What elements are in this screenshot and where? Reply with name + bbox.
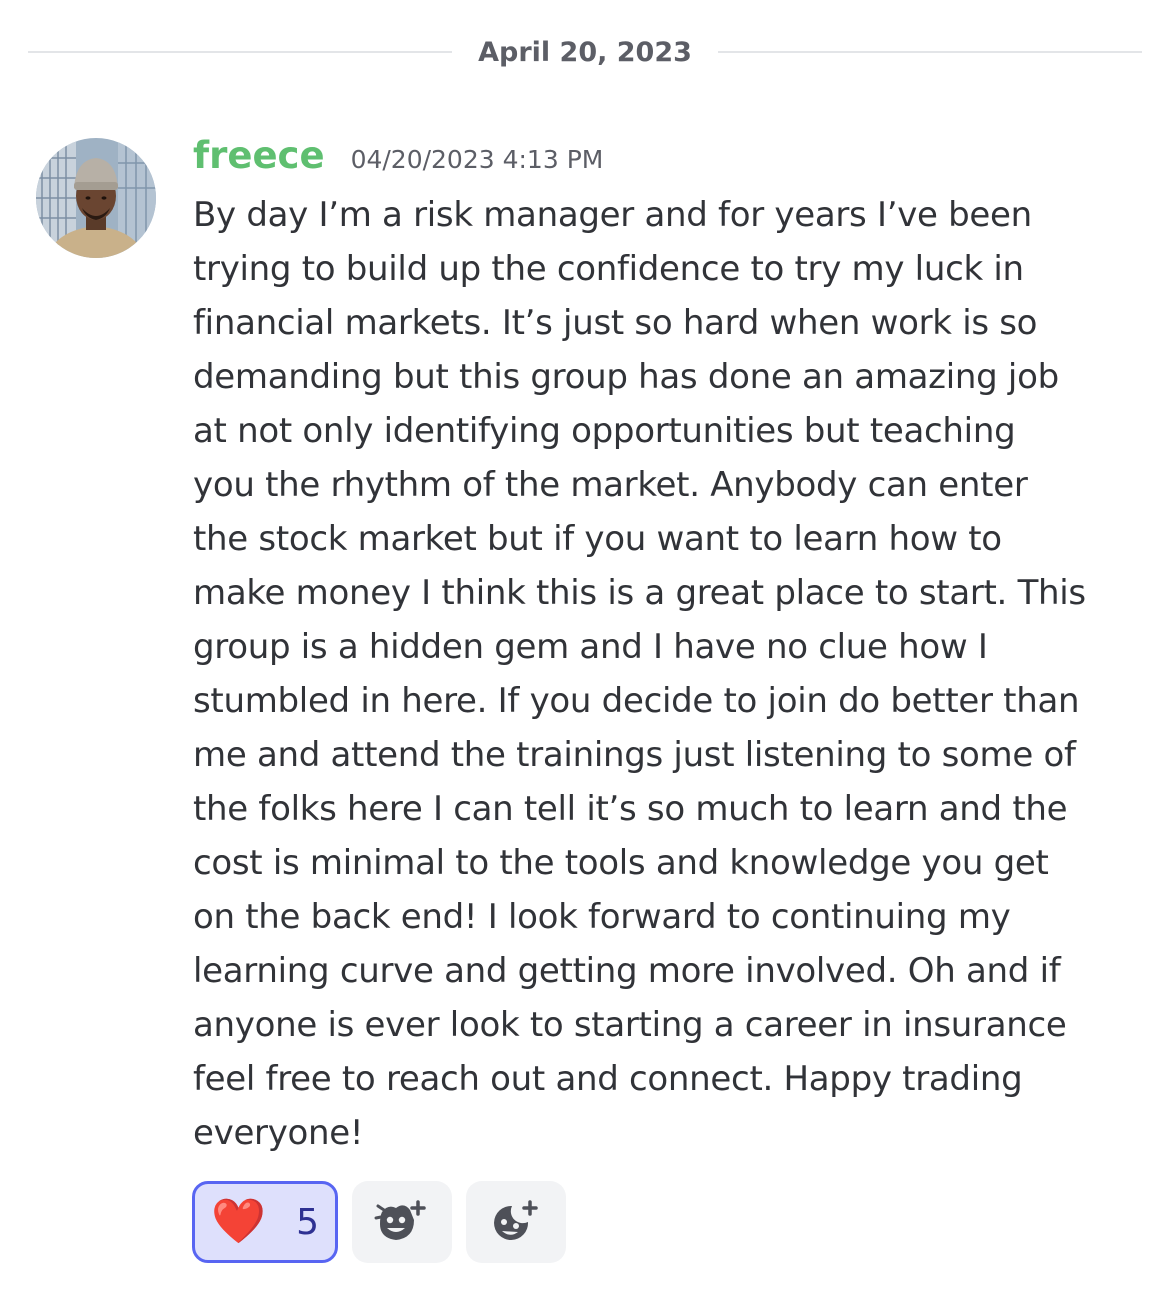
add-super-reaction-button[interactable] [352, 1181, 452, 1263]
message-line: you the rhythm of the market. Anybody ca… [193, 465, 1028, 505]
add-super-reaction-icon [374, 1200, 426, 1240]
message-timestamp: 04/20/2023 4:13 PM [350, 145, 604, 174]
username[interactable]: freece [193, 134, 325, 177]
message[interactable]: freece 04/20/2023 4:13 PM By day I’m a r… [193, 134, 1143, 1160]
heart-emoji-icon: ❤️ [211, 1196, 266, 1247]
reactions-bar: ❤️ 5 [192, 1181, 566, 1263]
message-line: demanding but this group has done an ama… [193, 357, 1059, 397]
reaction-count: 5 [296, 1201, 319, 1243]
date-divider: April 20, 2023 [28, 30, 1143, 74]
message-line: trying to build up the confidence to try… [193, 249, 1024, 289]
message-line: the folks here I can tell it’s so much t… [193, 789, 1068, 829]
message-line: me and attend the trainings just listeni… [193, 735, 1076, 775]
add-reaction-button[interactable] [466, 1181, 566, 1263]
message-line: learning curve and getting more involved… [193, 951, 1061, 991]
message-line: make money I think this is a great place… [193, 573, 1086, 613]
message-content: By day I’m a risk manager and for years … [193, 188, 1143, 1160]
add-reaction-icon [494, 1200, 538, 1240]
message-line: everyone! [193, 1113, 364, 1153]
message-line: the stock market but if you want to lear… [193, 519, 1002, 559]
message-line: at not only identifying opportunities bu… [193, 411, 1016, 451]
reaction-heart-button[interactable]: ❤️ 5 [192, 1181, 338, 1263]
message-line: cost is minimal to the tools and knowled… [193, 843, 1049, 883]
avatar[interactable] [36, 138, 156, 258]
divider-line-left [28, 51, 453, 53]
message-line: financial markets. It’s just so hard whe… [193, 303, 1038, 343]
message-line: on the back end! I look forward to conti… [193, 897, 1011, 937]
date-divider-text: April 20, 2023 [478, 36, 692, 68]
avatar-image [36, 138, 156, 258]
message-line: group is a hidden gem and I have no clue… [193, 627, 988, 667]
message-line: By day I’m a risk manager and for years … [193, 195, 1032, 235]
divider-line-right [717, 51, 1143, 53]
message-line: anyone is ever look to starting a career… [193, 1005, 1067, 1045]
message-header: freece 04/20/2023 4:13 PM [193, 134, 1143, 182]
message-line: stumbled in here. If you decide to join … [193, 681, 1080, 721]
message-line: feel free to reach out and connect. Happ… [193, 1059, 1023, 1099]
